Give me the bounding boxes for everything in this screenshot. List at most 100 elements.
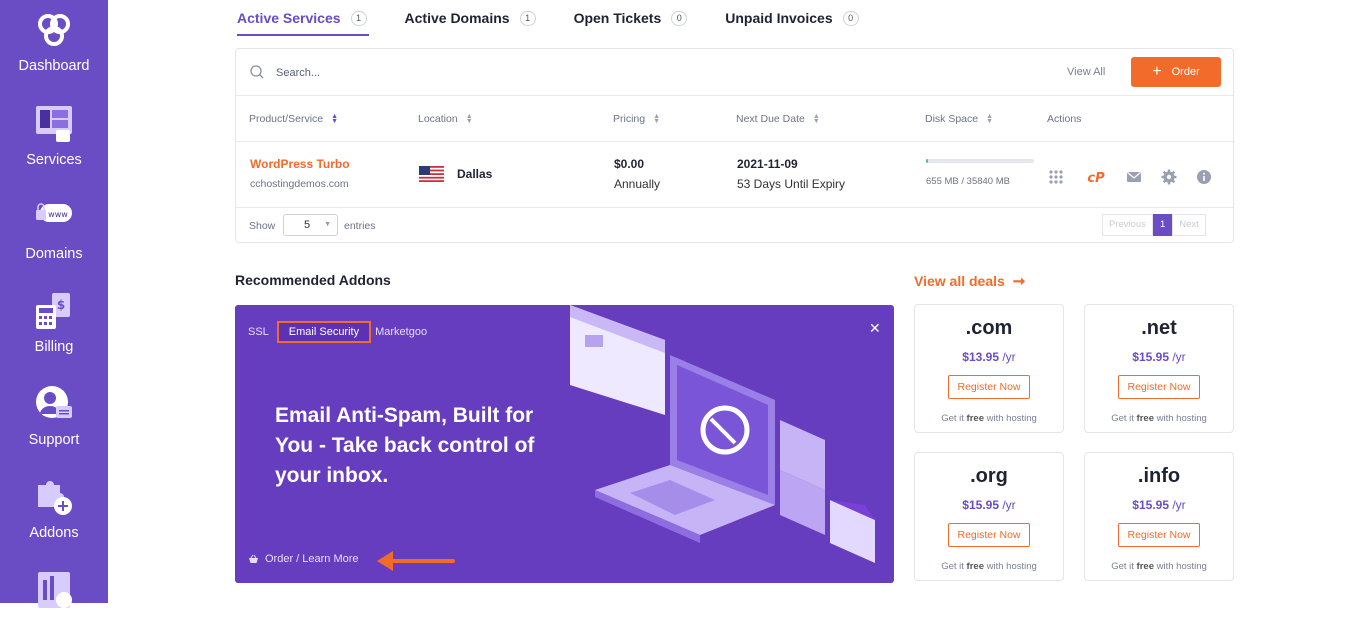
sidebar-item-label: Domains [25, 246, 83, 262]
close-icon[interactable]: ✕ [869, 320, 881, 337]
addon-banner: SSL Email Security Marketgoo ✕ Email Ant… [235, 305, 894, 583]
tld-label: .org [970, 465, 1008, 487]
tab-email-security[interactable]: Email Security [276, 321, 372, 343]
tab-active-services[interactable]: Active Services 1 [237, 0, 369, 36]
billing-cycle: Annually [614, 177, 661, 191]
table-row[interactable]: WordPress Turbo cchostingdemos.com Dalla… [236, 142, 1233, 208]
location-value: Dallas [457, 167, 493, 181]
table-footer: Show 5 ▼ entries Previous 1 Next [236, 209, 1233, 243]
sidebar-item-label: Dashboard [18, 58, 90, 74]
domain-card-com: .com $13.95 /yr Register Now Get it free… [914, 304, 1064, 433]
tab-open-tickets[interactable]: Open Tickets 0 [574, 0, 688, 36]
sort-icon: ▲ ▼ [465, 113, 473, 125]
entries-select[interactable]: 5 ▼ [283, 214, 338, 236]
www-lock-icon: www [36, 203, 72, 222]
free-note: Get it free with hosting [1111, 413, 1207, 424]
sidebar-item-label: Support [28, 432, 80, 448]
cpanel-icon[interactable]: cP [1086, 169, 1106, 185]
support-agent-icon [36, 386, 72, 418]
sidebar-item-billing[interactable]: $ Billing [0, 291, 108, 355]
billing-calculator-icon: $ [36, 293, 70, 329]
sidebar-item-domains[interactable]: www Domains [0, 198, 108, 262]
price-value: $0.00 [614, 157, 645, 171]
sidebar-item-more[interactable] [0, 570, 108, 618]
mail-icon[interactable] [1126, 169, 1142, 185]
basket-icon [249, 554, 258, 563]
column-header-disk-space[interactable]: Disk Space ▲ ▼ [925, 113, 993, 125]
tab-unpaid-invoices[interactable]: Unpaid Invoices 0 [725, 0, 859, 36]
product-name-link[interactable]: WordPress Turbo [250, 157, 350, 171]
search-icon [250, 65, 264, 79]
column-header-pricing[interactable]: Pricing ▲ ▼ [613, 113, 660, 125]
sort-icon: ▲ ▼ [653, 113, 661, 125]
disk-usage-fill [926, 159, 928, 163]
column-header-due-date[interactable]: Next Due Date ▲ ▼ [736, 113, 820, 125]
register-now-button[interactable]: Register Now [1118, 523, 1200, 547]
domain-card-net: .net $15.95 /yr Register Now Get it free… [1084, 304, 1234, 433]
expiry-text: 53 Days Until Expiry [737, 177, 846, 191]
tld-label: .info [1137, 465, 1181, 487]
arrow-right-icon: ➞ [1012, 273, 1026, 290]
order-learn-more-link[interactable]: Order / Learn More [248, 553, 359, 565]
free-note: Get it free with hosting [941, 561, 1037, 572]
chart-icon [38, 572, 72, 608]
count-badge: 0 [842, 10, 859, 26]
column-header-product[interactable]: Product/Service ▲ ▼ [249, 113, 338, 125]
gear-icon[interactable] [1161, 169, 1177, 185]
section-title: Recommended Addons [235, 272, 391, 288]
sort-icon: ▲ ▼ [812, 113, 820, 125]
free-note: Get it free with hosting [941, 413, 1037, 424]
free-note: Get it free with hosting [1111, 561, 1207, 572]
count-badge: 1 [350, 10, 367, 26]
column-header-location[interactable]: Location ▲ ▼ [418, 113, 473, 125]
addon-category-tabs: SSL Email Security Marketgoo [248, 321, 439, 343]
table-toolbar: View All + Order [236, 49, 1233, 96]
sidebar-item-label: Addons [29, 525, 79, 541]
table-header: Product/Service ▲ ▼ Location ▲ ▼ Pricing ▲ ▼ N… [236, 96, 1233, 142]
register-now-button[interactable]: Register Now [1118, 375, 1200, 399]
puzzle-plus-icon [38, 481, 72, 515]
sidebar-item-support[interactable]: Support [0, 384, 108, 448]
view-all-deals-link[interactable]: View all deals ➞ [914, 272, 1025, 290]
product-domain: cchostingdemos.com [250, 178, 349, 190]
banner-headline: Email Anti-Spam, Built for You - Take ba… [275, 404, 535, 487]
svg-text:www: www [48, 210, 68, 219]
info-icon[interactable] [1196, 169, 1212, 185]
tab-marketgoo[interactable]: Marketgoo [375, 326, 427, 338]
status-tabs: Active Services 1 Active Domains 1 Open … [237, 0, 897, 36]
us-flag-icon [419, 166, 444, 182]
sidebar-item-dashboard[interactable]: Dashboard [0, 10, 108, 74]
tld-label: .net [1141, 317, 1177, 339]
count-badge: 0 [671, 10, 688, 26]
disk-usage-bar [926, 159, 1034, 163]
tab-active-domains[interactable]: Active Domains 1 [405, 0, 536, 36]
sidebar-item-label: Services [26, 152, 82, 168]
domain-card-org: .org $15.95 /yr Register Now Get it free… [914, 452, 1064, 581]
register-now-button[interactable]: Register Now [948, 523, 1030, 547]
laptop-email-illustration [570, 305, 875, 563]
cc-logo-icon [38, 14, 70, 46]
view-all-link[interactable]: View All [1067, 66, 1105, 78]
count-badge: 1 [519, 10, 536, 26]
pagination-next[interactable]: Next [1172, 214, 1206, 236]
register-now-button[interactable]: Register Now [948, 375, 1030, 399]
svg-text:cP: cP [1087, 171, 1105, 185]
plus-icon: + [1152, 63, 1162, 80]
order-button[interactable]: + Order [1131, 57, 1221, 87]
sidebar-item-services[interactable]: Services [0, 104, 108, 168]
pagination-previous[interactable]: Previous [1102, 214, 1153, 236]
grid-menu-icon[interactable] [1048, 169, 1064, 185]
sort-icon: ▲ ▼ [331, 113, 339, 125]
sidebar-item-addons[interactable]: Addons [0, 477, 108, 541]
search-input[interactable] [276, 63, 676, 83]
services-table-card: View All + Order Product/Service▲▼ Locat… [235, 48, 1234, 243]
sidebar-item-label: Billing [34, 339, 74, 355]
pagination-page[interactable]: 1 [1152, 214, 1173, 236]
column-header-actions: Actions [1047, 113, 1082, 125]
tab-ssl[interactable]: SSL [248, 326, 269, 338]
pagination: Previous 1 Next [1102, 214, 1206, 236]
services-icon [36, 106, 72, 142]
domain-price: $13.95 /yr [962, 350, 1016, 364]
svg-text:$: $ [57, 298, 65, 312]
chevron-down-icon: ▼ [324, 221, 331, 228]
